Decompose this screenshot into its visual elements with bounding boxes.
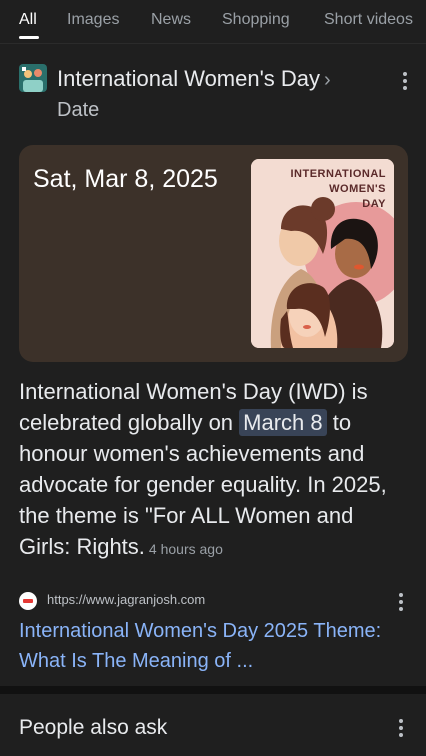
knowledge-title[interactable]: International Women's Day › (57, 66, 331, 92)
topic-thumbnail-icon (19, 64, 47, 92)
tab-short-videos[interactable]: Short videos (324, 11, 413, 29)
featured-snippet: International Women's Day (IWD) is celeb… (19, 376, 409, 565)
date-card: Sat, Mar 8, 2025 INTERNATIONAL WOMEN'S D… (19, 145, 408, 362)
tab-shopping[interactable]: Shopping (222, 11, 290, 29)
highlighted-date: March 8 (239, 409, 327, 436)
result-link[interactable]: International Women's Day 2025 Theme: Wh… (19, 616, 399, 676)
knowledge-subtitle: Date (57, 99, 100, 121)
paa-more-options-icon[interactable] (389, 716, 413, 740)
snippet-timestamp: 4 hours ago (148, 541, 223, 557)
source-more-options-icon[interactable] (389, 590, 413, 614)
tab-all[interactable]: All (19, 11, 37, 29)
illustration-caption: INTERNATIONAL WOMEN'S DAY (290, 168, 386, 210)
chevron-right-icon: › (324, 69, 331, 91)
site-favicon-icon (19, 592, 37, 610)
active-tab-indicator (19, 36, 39, 39)
source-url[interactable]: https://www.jagranjosh.com (47, 592, 205, 607)
womens-day-illustration[interactable]: INTERNATIONAL WOMEN'S DAY (251, 159, 394, 348)
section-divider (0, 686, 426, 694)
event-date: Sat, Mar 8, 2025 (33, 165, 218, 193)
more-options-icon[interactable] (393, 69, 417, 93)
tab-news[interactable]: News (151, 11, 191, 29)
knowledge-title-text[interactable]: International Women's Day (57, 66, 320, 91)
people-also-ask-heading: People also ask (19, 716, 168, 739)
tab-images[interactable]: Images (67, 11, 119, 29)
search-tabs: All Images News Shopping Short videos (0, 0, 426, 44)
